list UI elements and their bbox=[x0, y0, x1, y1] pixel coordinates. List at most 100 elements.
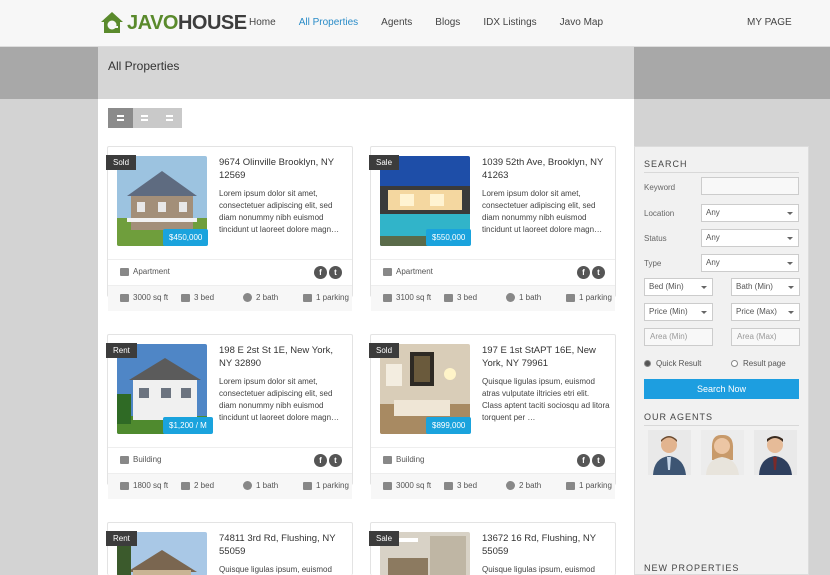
result-page-radio[interactable]: Result page bbox=[731, 359, 786, 368]
agent-avatar[interactable] bbox=[701, 430, 744, 475]
property-title[interactable]: 197 E 1st StAPT 16E, New York, NY 79961 bbox=[482, 344, 610, 370]
area-min-input[interactable]: Area (Min) bbox=[644, 328, 713, 346]
radio-checked-icon bbox=[644, 360, 651, 367]
bed-meta: 3 bed bbox=[444, 481, 477, 490]
parking-meta: 1 parking bbox=[303, 481, 349, 490]
bath-meta: 1 bath bbox=[243, 481, 278, 490]
twitter-icon[interactable]: t bbox=[329, 454, 342, 467]
parking-value: 1 parking bbox=[579, 481, 612, 490]
property-description: Lorem ipsum dolor sit amet, consectetuer… bbox=[219, 189, 340, 234]
title-band-inner bbox=[98, 47, 634, 99]
bed-meta: 2 bed bbox=[181, 481, 214, 490]
area-icon bbox=[383, 481, 392, 490]
bath-icon bbox=[506, 481, 515, 490]
meta-row: 3100 sq ft 3 bed 1 bath 1 parking bbox=[371, 285, 615, 311]
area-icon bbox=[383, 293, 392, 302]
building-icon bbox=[120, 267, 129, 276]
property-type: Building bbox=[120, 455, 161, 464]
property-card[interactable]: Sold $899,000 197 E 1st StAPT 16E, New Y… bbox=[369, 334, 616, 499]
area-max-input[interactable]: Area (Max) bbox=[731, 328, 800, 346]
agent-avatar[interactable] bbox=[754, 430, 797, 475]
parking-meta: 1 parking bbox=[303, 293, 349, 302]
car-icon bbox=[566, 481, 575, 490]
property-card[interactable]: Sold $450,000 9674 Olinville Brooklyn, N… bbox=[106, 146, 353, 311]
status-tag: Sale bbox=[369, 155, 400, 170]
page-title: All Properties bbox=[108, 59, 180, 73]
property-card[interactable]: Rent 74811 3rd Rd, Flushing, NY 55059 Qu… bbox=[106, 522, 353, 575]
price-badge: $1,200 / M bbox=[163, 417, 213, 434]
list-icon bbox=[141, 115, 149, 121]
twitter-icon[interactable]: t bbox=[592, 266, 605, 279]
bath-value: 2 bath bbox=[519, 481, 542, 490]
property-title[interactable]: 9674 Olinville Brooklyn, NY 12569 bbox=[219, 156, 347, 182]
site-logo[interactable]: JAVOHOUSE bbox=[99, 9, 247, 37]
grid-icon bbox=[116, 115, 124, 121]
nav-agents[interactable]: Agents bbox=[381, 17, 412, 28]
price-min-select[interactable]: Price (Min) bbox=[644, 303, 713, 321]
meta-row: 3000 sq ft 3 bed 2 bath 1 parking bbox=[108, 285, 352, 311]
logo-text-house: HOUSE bbox=[177, 11, 247, 34]
property-card[interactable]: Rent $1,200 / M 198 E 2st St 1E, New Yor… bbox=[106, 334, 353, 499]
grid-view-button[interactable] bbox=[108, 108, 133, 128]
property-title[interactable]: 198 E 2st St 1E, New York, NY 32890 bbox=[219, 344, 347, 370]
property-card[interactable]: Sale 13672 16 Rd, Flushing, NY 55059 Qui… bbox=[369, 522, 616, 575]
twitter-icon[interactable]: t bbox=[329, 266, 342, 279]
search-now-button[interactable]: Search Now bbox=[644, 379, 799, 399]
price-badge: $450,000 bbox=[163, 229, 209, 246]
facebook-icon[interactable]: f bbox=[314, 454, 327, 467]
facebook-icon[interactable]: f bbox=[577, 266, 590, 279]
agents-title: OUR AGENTS bbox=[644, 412, 714, 422]
area-meta: 1800 sq ft bbox=[120, 481, 168, 490]
property-title[interactable]: 1039 52th Ave, Brooklyn, NY 41263 bbox=[482, 156, 610, 182]
facebook-icon[interactable]: f bbox=[314, 266, 327, 279]
property-description: Quisque ligulas ipsum, euismod atras vul… bbox=[482, 377, 610, 422]
property-type-label: Building bbox=[133, 455, 162, 464]
building-icon bbox=[383, 455, 392, 464]
keyword-input[interactable] bbox=[701, 177, 799, 195]
property-title[interactable]: 74811 3rd Rd, Flushing, NY 55059 bbox=[219, 532, 347, 558]
list-view-button[interactable] bbox=[133, 108, 158, 128]
bath-min-select[interactable]: Bath (Min) bbox=[731, 278, 800, 296]
my-page-link[interactable]: MY PAGE bbox=[747, 17, 792, 28]
status-tag: Rent bbox=[106, 343, 137, 358]
bed-value: 2 bed bbox=[194, 481, 215, 490]
area-icon bbox=[120, 481, 129, 490]
quick-result-radio[interactable]: Quick Result bbox=[644, 359, 701, 368]
area-meta: 3100 sq ft bbox=[383, 293, 431, 302]
nav-idx-listings[interactable]: IDX Listings bbox=[483, 17, 536, 28]
status-tag: Sale bbox=[369, 531, 400, 546]
bed-min-select[interactable]: Bed (Min) bbox=[644, 278, 713, 296]
bed-icon bbox=[444, 293, 453, 302]
property-title[interactable]: 13672 16 Rd, Flushing, NY 55059 bbox=[482, 532, 610, 558]
nav-home[interactable]: Home bbox=[249, 17, 276, 28]
status-select[interactable]: Any bbox=[701, 229, 799, 247]
top-header: JAVOHOUSE Home All Properties Agents Blo… bbox=[0, 0, 830, 47]
type-label: Type bbox=[644, 259, 662, 268]
agent-avatar[interactable] bbox=[648, 430, 691, 475]
property-type: Apartment bbox=[383, 267, 433, 276]
property-type-label: Apartment bbox=[133, 267, 170, 276]
type-select[interactable]: Any bbox=[701, 254, 799, 272]
location-select[interactable]: Any bbox=[701, 204, 799, 222]
type-row: Apartment ft bbox=[108, 259, 352, 285]
bath-icon bbox=[243, 481, 252, 490]
property-description: Quisque ligulas ipsum, euismod bbox=[482, 565, 595, 574]
property-card[interactable]: Sale $550,000 1039 52th Ave, Brooklyn, N… bbox=[369, 146, 616, 311]
main-nav: Home All Properties Agents Blogs IDX Lis… bbox=[249, 17, 626, 28]
nav-blogs[interactable]: Blogs bbox=[435, 17, 460, 28]
parking-meta: 1 parking bbox=[566, 481, 612, 490]
bath-value: 1 bath bbox=[519, 293, 542, 302]
bath-meta: 2 bath bbox=[506, 481, 541, 490]
bed-value: 3 bed bbox=[457, 293, 478, 302]
small-grid-view-button[interactable] bbox=[157, 108, 182, 128]
parking-value: 1 parking bbox=[316, 481, 349, 490]
nav-all-properties[interactable]: All Properties bbox=[299, 17, 358, 28]
facebook-icon[interactable]: f bbox=[577, 454, 590, 467]
twitter-icon[interactable]: t bbox=[592, 454, 605, 467]
nav-javo-map[interactable]: Javo Map bbox=[560, 17, 603, 28]
bath-value: 2 bath bbox=[256, 293, 279, 302]
bed-value: 3 bed bbox=[457, 481, 478, 490]
price-badge: $550,000 bbox=[426, 229, 472, 246]
price-max-select[interactable]: Price (Max) bbox=[731, 303, 800, 321]
bed-icon bbox=[181, 481, 190, 490]
